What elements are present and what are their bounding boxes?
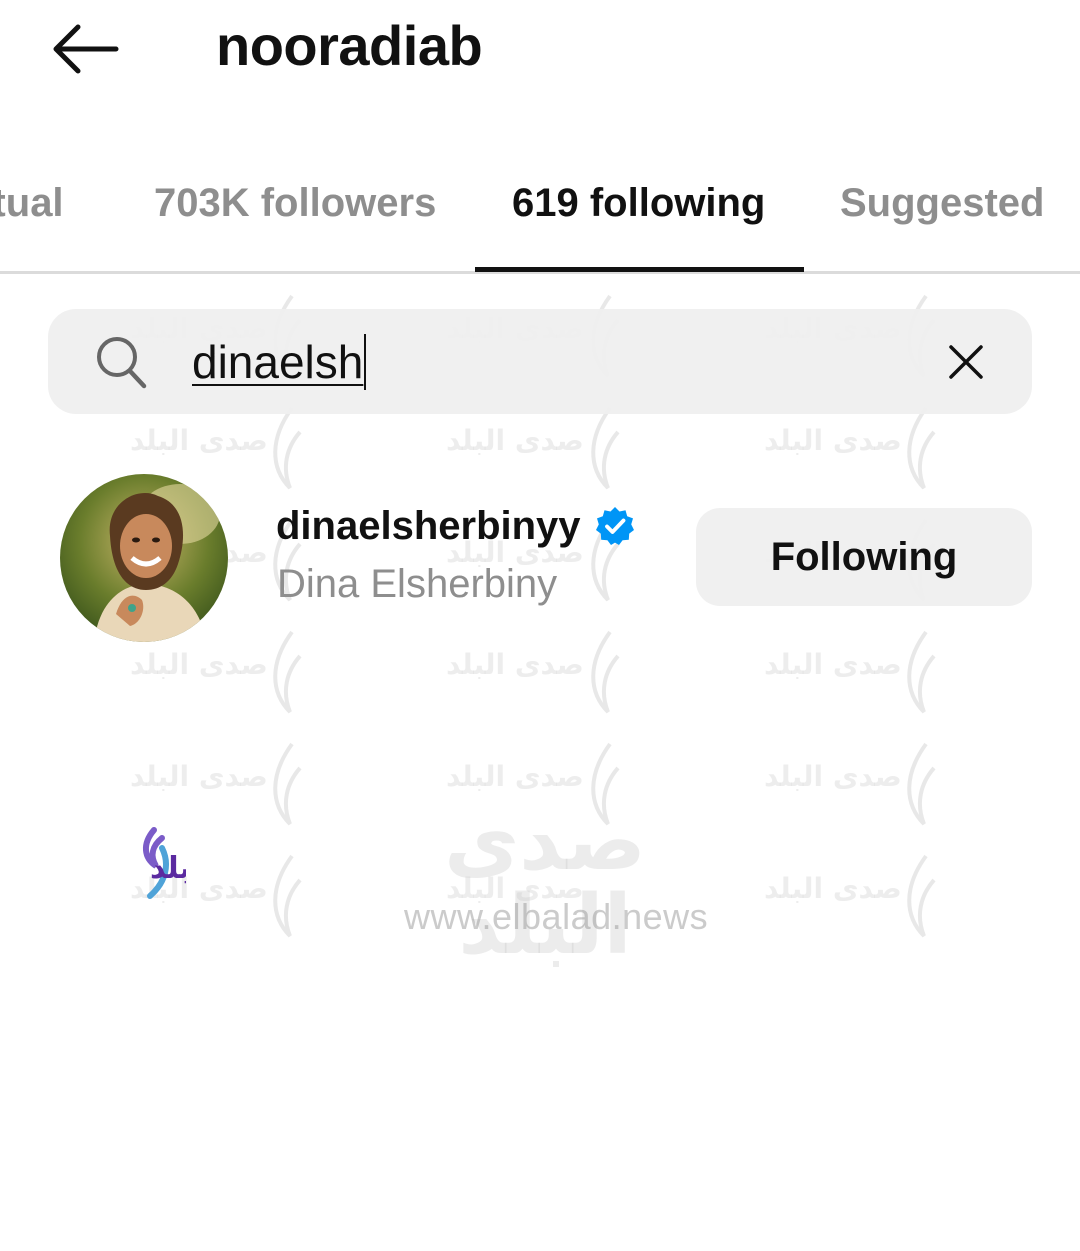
search-icon [97,337,147,389]
logo-mark-text: البلد [150,851,186,886]
watermark-text: صدى البلد [764,424,902,457]
watermark-text: صدى البلد [130,760,268,793]
username: dinaelsherbinyy [276,504,581,548]
watermark-url: www.elbalad.news [404,896,709,937]
flame-mark [907,742,936,826]
text-cursor [364,334,367,390]
search-query-text: dinaelsh [192,336,364,388]
tab-following[interactable]: 619 following [512,178,765,228]
back-button[interactable] [40,14,130,84]
top-bar: nooradiab [0,0,1080,100]
arrow-left-icon [53,24,119,74]
tab-mutual[interactable]: utual [0,178,64,228]
watermark-text: صدى البلد [764,760,902,793]
full-name: Dina Elsherbiny [277,562,558,606]
watermark-text: صدى البلد [764,872,902,905]
tab-followers[interactable]: 703K followers [154,178,436,228]
watermark-text: صدى البلد [446,424,584,457]
avatar[interactable] [60,474,228,642]
active-tab-indicator [475,267,804,272]
watermark-text: صدى البلد [130,424,268,457]
profile-photo [60,474,228,642]
verified-badge-icon [595,507,634,545]
watermark-text: صدى البلد [446,760,584,793]
close-icon [949,345,983,379]
clear-search-button[interactable] [940,336,992,388]
search-input[interactable]: dinaelsh [192,332,367,392]
flame-mark [907,854,936,938]
watermark-large-text: صدى البلد [444,796,646,971]
flame-mark [273,742,302,826]
page-title: nooradiab [216,14,483,77]
tab-bar: utual 703K followers 619 following Sugge… [0,160,1080,274]
list-item[interactable]: dinaelsherbinyy Dina Elsherbiny Followin… [0,460,1080,660]
flame-mark [273,854,302,938]
site-logo: البلد [143,827,186,899]
following-button[interactable]: Following [696,508,1032,606]
username-row[interactable]: dinaelsherbinyy [276,502,635,550]
tab-suggested[interactable]: Suggested [840,178,1044,228]
